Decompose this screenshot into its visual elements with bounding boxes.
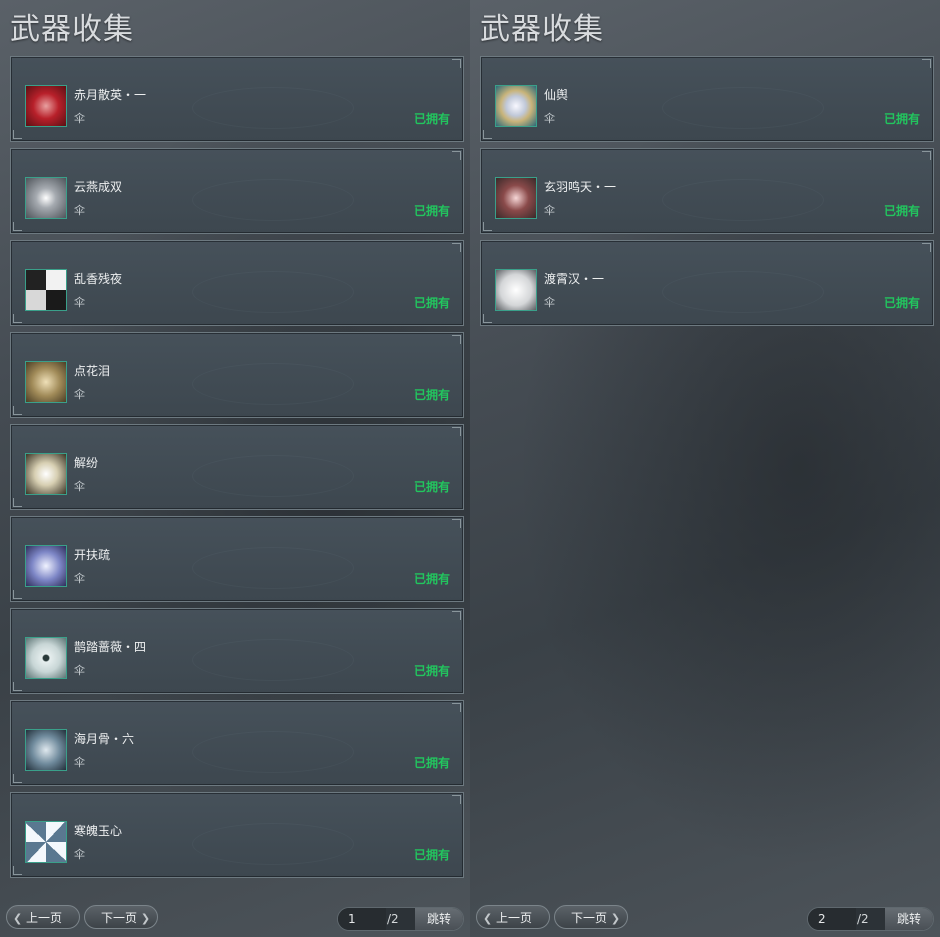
prev-page-button[interactable]: ❮ 上一页 <box>6 905 80 929</box>
jump-button[interactable]: 跳转 <box>885 908 933 930</box>
owned-status: 已拥有 <box>883 296 920 310</box>
owned-status: 已拥有 <box>413 296 450 310</box>
umbrella-ivory-icon <box>25 453 67 495</box>
weapon-list: 仙舆 伞 已拥有 玄羽鸣天・一 伞 已拥有 渡霄汉・一 伞 已拥有 <box>480 56 934 332</box>
weapon-collection-panel-left: 武器收集 赤月散英・一 伞 已拥有 云燕成双 伞 已拥有 乱香残夜 伞 已拥有 … <box>0 0 470 937</box>
umbrella-pale-icon <box>25 637 67 679</box>
card-cloud-decoration <box>191 271 354 313</box>
weapon-type: 伞 <box>74 756 85 769</box>
page-number-input[interactable]: 2 <box>808 908 856 930</box>
weapon-name: 乱香残夜 <box>74 272 123 286</box>
weapon-name: 渡霄汉・一 <box>544 272 605 286</box>
card-cloud-decoration <box>191 639 354 681</box>
chevron-right-icon: ❯ <box>610 912 621 925</box>
weapon-type: 伞 <box>74 112 85 125</box>
weapon-name: 点花泪 <box>74 364 111 378</box>
owned-status: 已拥有 <box>413 480 450 494</box>
weapon-card[interactable]: 赤月散英・一 伞 已拥有 <box>10 56 464 142</box>
page-total: /2 <box>387 912 399 926</box>
page-total: /2 <box>857 912 869 926</box>
owned-status: 已拥有 <box>413 756 450 770</box>
owned-status: 已拥有 <box>413 572 450 586</box>
panel-title: 武器收集 <box>480 12 604 47</box>
chevron-left-icon: ❮ <box>483 912 493 925</box>
owned-status: 已拥有 <box>413 112 450 126</box>
weapon-name: 海月骨・六 <box>74 732 135 746</box>
weapon-card[interactable]: 仙舆 伞 已拥有 <box>480 56 934 142</box>
card-cloud-decoration <box>191 363 354 405</box>
weapon-card[interactable]: 渡霄汉・一 伞 已拥有 <box>480 240 934 326</box>
card-cloud-decoration <box>191 823 354 865</box>
weapon-name: 鹊踏蔷薇・四 <box>74 640 147 654</box>
card-cloud-decoration <box>191 547 354 589</box>
weapon-card[interactable]: 点花泪 伞 已拥有 <box>10 332 464 418</box>
weapon-type: 伞 <box>74 204 85 217</box>
next-page-button[interactable]: 下一页 ❯ <box>84 905 158 929</box>
card-cloud-decoration <box>191 87 354 129</box>
weapon-type: 伞 <box>74 848 85 861</box>
weapon-type: 伞 <box>544 204 555 217</box>
owned-status: 已拥有 <box>413 664 450 678</box>
weapon-card[interactable]: 寒魄玉心 伞 已拥有 <box>10 792 464 878</box>
card-cloud-decoration <box>661 271 824 313</box>
weapon-card[interactable]: 玄羽鸣天・一 伞 已拥有 <box>480 148 934 234</box>
page-jump-box: 1 /2 跳转 <box>337 907 464 931</box>
next-page-button[interactable]: 下一页 ❯ <box>554 905 628 929</box>
weapon-type: 伞 <box>544 296 555 309</box>
owned-status: 已拥有 <box>883 204 920 218</box>
weapon-card[interactable]: 海月骨・六 伞 已拥有 <box>10 700 464 786</box>
prev-page-button[interactable]: ❮ 上一页 <box>476 905 550 929</box>
umbrella-black-white-icon <box>25 269 67 311</box>
card-cloud-decoration <box>661 179 824 221</box>
weapon-name: 开扶疏 <box>74 548 111 562</box>
panel-title: 武器收集 <box>10 12 134 47</box>
weapon-card[interactable]: 解纷 伞 已拥有 <box>10 424 464 510</box>
umbrella-red-icon <box>25 85 67 127</box>
weapon-name: 玄羽鸣天・一 <box>544 180 617 194</box>
weapon-collection-panel-right: 武器收集 仙舆 伞 已拥有 玄羽鸣天・一 伞 已拥有 渡霄汉・一 伞 已拥有 ❮… <box>470 0 940 937</box>
owned-status: 已拥有 <box>413 204 450 218</box>
umbrella-teal-icon <box>25 729 67 771</box>
weapon-card[interactable]: 鹊踏蔷薇・四 伞 已拥有 <box>10 608 464 694</box>
weapon-type: 伞 <box>74 664 85 677</box>
jump-button[interactable]: 跳转 <box>415 908 463 930</box>
owned-status: 已拥有 <box>413 388 450 402</box>
owned-status: 已拥有 <box>883 112 920 126</box>
umbrella-rose-icon <box>495 177 537 219</box>
weapon-type: 伞 <box>74 480 85 493</box>
card-cloud-decoration <box>191 731 354 773</box>
umbrella-white-icon <box>495 269 537 311</box>
umbrella-lavender-icon <box>25 545 67 587</box>
weapon-type: 伞 <box>74 388 85 401</box>
page-number-input[interactable]: 1 <box>338 908 386 930</box>
card-cloud-decoration <box>191 455 354 497</box>
chevron-right-icon: ❯ <box>140 912 151 925</box>
umbrella-gold-icon <box>25 361 67 403</box>
weapon-name: 云燕成双 <box>74 180 123 194</box>
card-cloud-decoration <box>661 87 824 129</box>
weapon-name: 寒魄玉心 <box>74 824 123 838</box>
weapon-card[interactable]: 乱香残夜 伞 已拥有 <box>10 240 464 326</box>
weapon-type: 伞 <box>74 572 85 585</box>
weapon-card[interactable]: 云燕成双 伞 已拥有 <box>10 148 464 234</box>
card-cloud-decoration <box>191 179 354 221</box>
umbrella-frost-icon <box>25 821 67 863</box>
page-jump-box: 2 /2 跳转 <box>807 907 934 931</box>
umbrella-jeweled-icon <box>495 85 537 127</box>
chevron-left-icon: ❮ <box>13 912 23 925</box>
owned-status: 已拥有 <box>413 848 450 862</box>
weapon-card[interactable]: 开扶疏 伞 已拥有 <box>10 516 464 602</box>
weapon-name: 仙舆 <box>544 88 569 102</box>
umbrella-silver-icon <box>25 177 67 219</box>
weapon-type: 伞 <box>544 112 555 125</box>
weapon-list: 赤月散英・一 伞 已拥有 云燕成双 伞 已拥有 乱香残夜 伞 已拥有 点花泪 伞… <box>10 56 464 884</box>
weapon-type: 伞 <box>74 296 85 309</box>
weapon-name: 解纷 <box>74 456 99 470</box>
weapon-name: 赤月散英・一 <box>74 88 147 102</box>
